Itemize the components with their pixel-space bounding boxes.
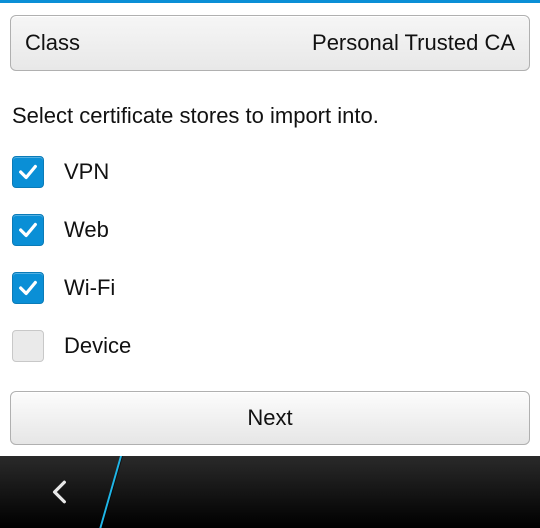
checkmark-icon bbox=[17, 277, 39, 299]
checkbox-web[interactable] bbox=[12, 214, 44, 246]
option-label: Wi-Fi bbox=[64, 275, 115, 301]
checkmark-icon bbox=[17, 219, 39, 241]
back-icon bbox=[47, 479, 73, 505]
option-web[interactable]: Web bbox=[12, 203, 528, 257]
option-wifi[interactable]: Wi-Fi bbox=[12, 261, 528, 315]
checkmark-icon bbox=[17, 161, 39, 183]
content-area: Class Personal Trusted CA Select certifi… bbox=[0, 3, 540, 445]
screen: Class Personal Trusted CA Select certifi… bbox=[0, 0, 540, 528]
options-list: VPN Web Wi-Fi Device bbox=[10, 145, 530, 373]
next-button[interactable]: Next bbox=[10, 391, 530, 445]
bottom-bar bbox=[0, 456, 540, 528]
checkbox-vpn[interactable] bbox=[12, 156, 44, 188]
option-device[interactable]: Device bbox=[12, 319, 528, 373]
instruction-text: Select certificate stores to import into… bbox=[10, 103, 530, 129]
class-value: Personal Trusted CA bbox=[312, 30, 515, 56]
option-label: Web bbox=[64, 217, 109, 243]
checkbox-device[interactable] bbox=[12, 330, 44, 362]
checkbox-wifi[interactable] bbox=[12, 272, 44, 304]
option-label: VPN bbox=[64, 159, 109, 185]
class-label: Class bbox=[25, 30, 80, 56]
option-label: Device bbox=[64, 333, 131, 359]
class-dropdown[interactable]: Class Personal Trusted CA bbox=[10, 15, 530, 71]
option-vpn[interactable]: VPN bbox=[12, 145, 528, 199]
next-button-label: Next bbox=[247, 405, 292, 431]
